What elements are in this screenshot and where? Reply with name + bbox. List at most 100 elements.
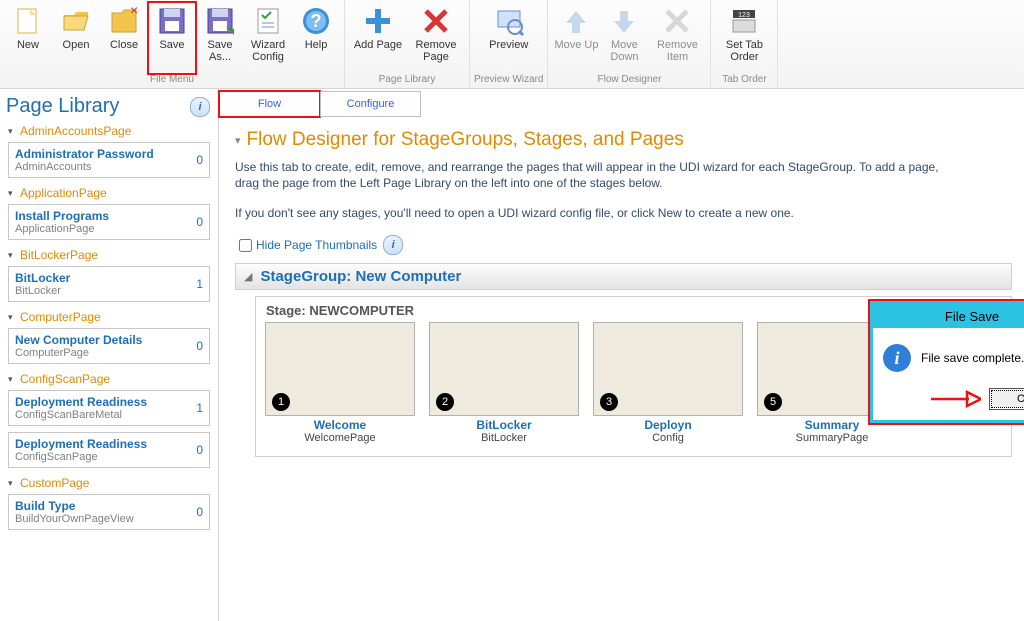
info-icon: i	[883, 344, 911, 372]
tab-order-icon: 123	[728, 5, 760, 37]
remove-item-button: Remove Item	[648, 2, 706, 74]
thumbnail-sub: BitLocker	[481, 432, 527, 444]
arrow-up-icon	[560, 5, 592, 37]
stage-page-thumb[interactable]: 1WelcomeWelcomePage	[266, 322, 414, 444]
thumbnail-sub: Config	[652, 432, 684, 444]
thumbnail-number: 3	[600, 393, 618, 411]
thumbnail-title: BitLocker	[476, 418, 531, 432]
dialog-titlebar[interactable]: File Save ✕	[873, 304, 1024, 328]
remove-page-button[interactable]: Remove Page	[407, 2, 465, 74]
hide-thumbnails-label: Hide Page Thumbnails	[256, 238, 377, 252]
file-save-dialog-highlight: File Save ✕ i File save complete. OK	[868, 299, 1024, 425]
hide-thumbnails-checkbox[interactable]	[239, 239, 252, 252]
main-area: Flow Configure ▾ Flow Designer for StageG…	[219, 89, 1024, 621]
new-file-icon	[12, 5, 44, 37]
ribbon-group-label: Preview Wizard	[474, 74, 543, 88]
section-heading-text: Flow Designer for StageGroups, Stages, a…	[247, 129, 684, 151]
thumbnail-sub: WelcomePage	[304, 432, 375, 444]
add-page-button[interactable]: Add Page	[349, 2, 407, 74]
library-card-title: Deployment Readiness	[15, 437, 147, 451]
tab-flow[interactable]: Flow	[219, 91, 320, 117]
thumbnail-number: 1	[272, 393, 290, 411]
library-card-sub: ConfigScanPage	[15, 451, 147, 463]
stagegroup-bar[interactable]: ◢ StageGroup: New Computer	[235, 263, 1012, 290]
thumbnail-sub: SummaryPage	[796, 432, 869, 444]
save-as-button[interactable]: Save As...	[196, 2, 244, 74]
wizard-config-button[interactable]: Wizard Config	[244, 2, 292, 74]
preview-icon	[493, 5, 525, 37]
tab-configure[interactable]: Configure	[320, 91, 421, 117]
dialog-title: File Save	[945, 309, 999, 324]
library-category[interactable]: ▾AdminAccountsPage	[4, 122, 214, 140]
thumbnail-image: 1	[265, 322, 415, 416]
library-card-title: Administrator Password	[15, 147, 154, 161]
plus-icon	[362, 5, 394, 37]
page-library-title: Page Library	[6, 95, 119, 118]
move-up-button: Move Up	[552, 2, 600, 74]
library-card-title: Install Programs	[15, 209, 109, 223]
close-button[interactable]: ×Close	[100, 2, 148, 74]
library-card-sub: ConfigScanBareMetal	[15, 409, 147, 421]
section-desc: Use this tab to create, edit, remove, an…	[235, 159, 955, 191]
info-icon[interactable]: i	[190, 97, 210, 117]
library-card[interactable]: BitLockerBitLocker1	[8, 266, 210, 302]
library-card-count: 0	[196, 505, 203, 519]
library-card[interactable]: Administrator PasswordAdminAccounts0	[8, 142, 210, 178]
save-button[interactable]: Save	[148, 2, 196, 74]
library-category[interactable]: ▾ComputerPage	[4, 308, 214, 326]
library-card-title: Build Type	[15, 499, 134, 513]
thumbnail-image: 3	[593, 322, 743, 416]
ribbon-group-label: File Menu	[150, 74, 194, 88]
wizard-config-icon	[252, 5, 284, 37]
save-icon	[156, 5, 188, 37]
library-card-sub: BuildYourOwnPageView	[15, 513, 134, 525]
file-save-dialog: File Save ✕ i File save complete. OK	[870, 301, 1024, 423]
chevron-down-icon[interactable]: ◢	[244, 270, 252, 283]
help-button[interactable]: ?Help	[292, 2, 340, 74]
move-down-button: Move Down	[600, 2, 648, 74]
svg-text:×: ×	[130, 5, 138, 18]
stage-page-thumb[interactable]: 2 BitLockerBitLocker	[430, 322, 578, 444]
chevron-down-icon: ▾	[8, 250, 18, 261]
help-icon: ?	[300, 5, 332, 37]
library-card-count: 1	[196, 401, 203, 415]
library-card-sub: ApplicationPage	[15, 223, 109, 235]
x-icon	[661, 5, 693, 37]
library-card[interactable]: Deployment ReadinessConfigScanPage 0	[8, 432, 210, 468]
ribbon-group-label: Tab Order	[722, 74, 766, 88]
x-icon	[420, 5, 452, 37]
open-button[interactable]: Open	[52, 2, 100, 74]
library-category[interactable]: ▾CustomPage	[4, 474, 214, 492]
library-card[interactable]: Install ProgramsApplicationPage0	[8, 204, 210, 240]
thumbnail-number: 2	[436, 393, 454, 411]
ribbon-group-pagelib: Add Page Remove Page Page Library	[345, 0, 470, 88]
library-card-title: Deployment Readiness	[15, 395, 147, 409]
stage-page-thumb[interactable]: 3DeploynConfig	[594, 322, 742, 444]
main-tabs: Flow Configure	[219, 89, 1024, 117]
ok-button[interactable]: OK	[989, 388, 1024, 410]
ribbon-group-label: Page Library	[379, 74, 436, 88]
preview-button[interactable]: Preview	[480, 2, 538, 74]
ribbon-group-file: New Open ×Close Save Save As... Wizard C…	[0, 0, 345, 88]
library-category[interactable]: ▾ConfigScanPage	[4, 370, 214, 388]
chevron-down-icon[interactable]: ▾	[235, 134, 241, 147]
library-card-sub: AdminAccounts	[15, 161, 154, 173]
section-desc2: If you don't see any stages, you'll need…	[235, 205, 955, 221]
chevron-down-icon: ▾	[8, 312, 18, 323]
library-card-count: 0	[196, 443, 203, 457]
thumbnail-title: Summary	[805, 418, 860, 432]
library-category[interactable]: ▾ApplicationPage	[4, 184, 214, 202]
library-card[interactable]: Deployment ReadinessConfigScanBareMetal 1	[8, 390, 210, 426]
svg-text:?: ?	[311, 11, 322, 31]
page-library-list[interactable]: ▾AdminAccountsPage Administrator Password…	[0, 122, 218, 621]
library-card-count: 1	[196, 277, 203, 291]
section-heading: ▾ Flow Designer for StageGroups, Stages, …	[235, 129, 1012, 151]
library-card[interactable]: Build TypeBuildYourOwnPageView 0	[8, 494, 210, 530]
new-button[interactable]: New	[4, 2, 52, 74]
library-card-title: BitLocker	[15, 271, 70, 285]
info-icon[interactable]: i	[383, 235, 403, 255]
library-category[interactable]: ▾BitLockerPage	[4, 246, 214, 264]
library-card-count: 0	[196, 339, 203, 353]
library-card[interactable]: New Computer DetailsComputerPage0	[8, 328, 210, 364]
set-tab-order-button[interactable]: 123Set Tab Order	[715, 2, 773, 74]
